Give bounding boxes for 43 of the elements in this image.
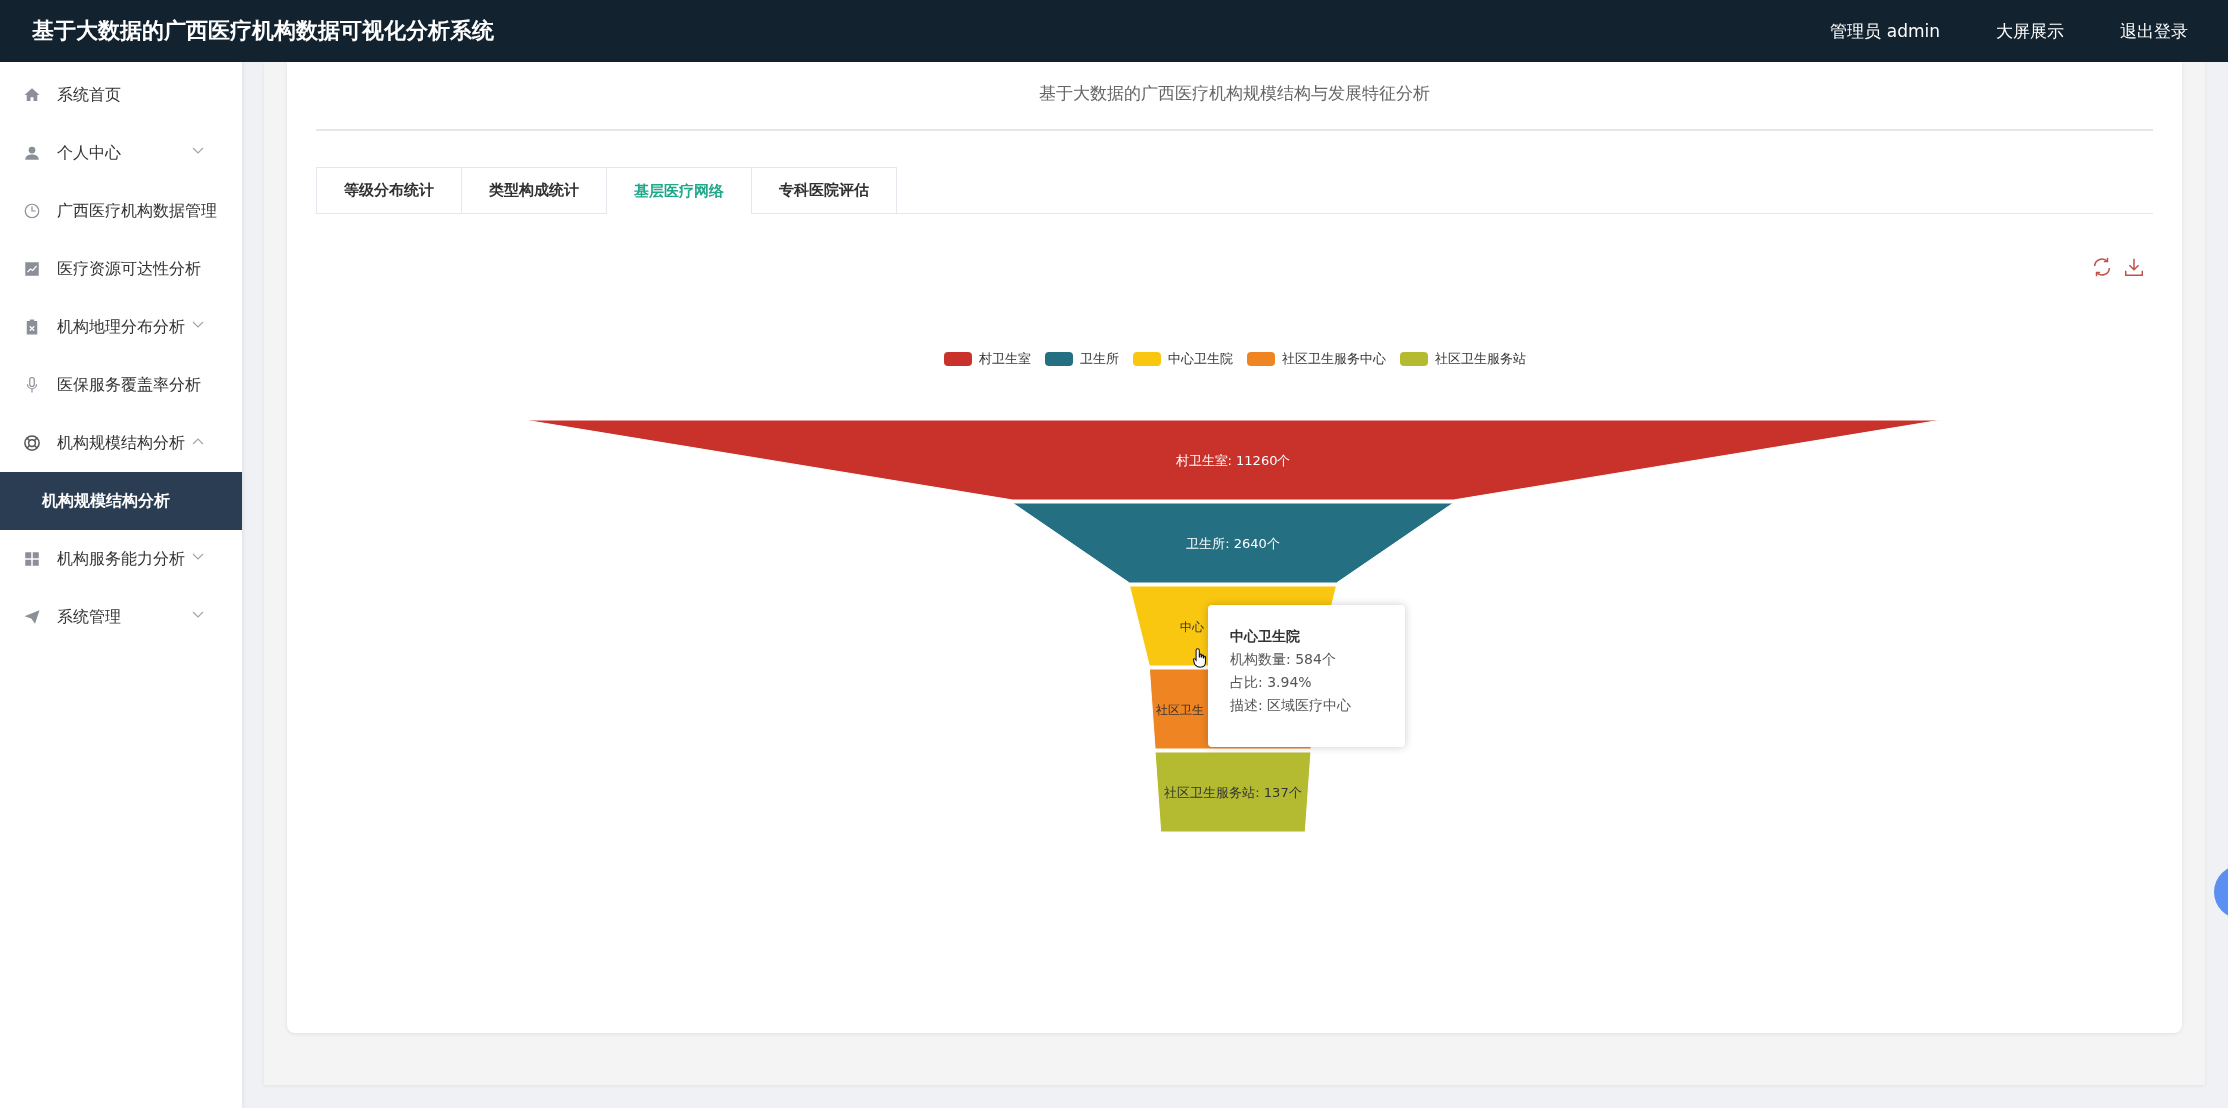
segment-label: 社区卫生服务站: 137个 (1164, 785, 1302, 800)
home-icon (23, 86, 41, 104)
user-icon (23, 144, 41, 162)
legend-label[interactable]: 卫生所 (1079, 350, 1119, 368)
segment-label: 中心 (1180, 620, 1204, 634)
menu-item[interactable]: 机构地理分布分析 (0, 298, 242, 356)
tooltip-line: 机构数量: 584个 (1230, 650, 1337, 669)
lifebuoy-icon (23, 434, 41, 452)
header-link[interactable]: 退出登录 (2120, 19, 2188, 43)
tab[interactable]: 专科医院评估 (751, 167, 897, 213)
menu-item[interactable]: 机构规模结构分析 (0, 414, 242, 472)
app-title: 基于大数据的广西医疗机构数据可视化分析系统 (32, 17, 494, 45)
tab[interactable]: 等级分布统计 (316, 167, 462, 213)
menu-item[interactable]: 系统管理 (0, 588, 242, 646)
submenu-item[interactable]: 机构规模结构分析 (0, 472, 242, 530)
menu-item[interactable]: 系统首页 (0, 66, 242, 124)
menu-item[interactable]: 医疗资源可达性分析 (0, 240, 242, 298)
legend-label[interactable]: 村卫生室 (978, 350, 1031, 368)
menu-item[interactable]: 个人中心 (0, 124, 242, 182)
tooltip-line: 描述: 区域医疗中心 (1230, 696, 1353, 715)
paper-plane-icon (23, 608, 41, 626)
tooltip-line: 占比: 3.94% (1230, 673, 1313, 692)
clock-icon (23, 202, 41, 220)
funnel-segment[interactable] (1154, 751, 1312, 833)
legend-label[interactable]: 中心卫生院 (1167, 350, 1233, 368)
refresh-icon[interactable] (2091, 256, 2113, 278)
tooltip-title: 中心卫生院 (1230, 627, 1301, 646)
legend-label[interactable]: 社区卫生服务站 (1434, 350, 1526, 368)
menu-item[interactable]: 广西医疗机构数据管理 (0, 182, 242, 240)
segment-label: 卫生所: 2640个 (1186, 536, 1280, 551)
download-icon[interactable] (2123, 256, 2145, 278)
legend-label[interactable]: 社区卫生服务中心 (1281, 350, 1386, 368)
chart-icon (23, 260, 41, 278)
header-link[interactable]: 大屏展示 (1996, 19, 2064, 43)
segment-label: 村卫生室: 11260个 (1175, 453, 1291, 468)
user-name[interactable]: 管理员 admin (1830, 19, 1940, 43)
menu-item[interactable]: 医保服务覆盖率分析 (0, 356, 242, 414)
grid-icon (23, 550, 41, 568)
menu-item[interactable]: 机构服务能力分析 (0, 530, 242, 588)
funnel-segment[interactable] (524, 419, 1942, 501)
funnel-segment[interactable] (1012, 502, 1454, 584)
chart-section-title: 基于大数据的广西医疗机构规模结构与发展特征分析 (1038, 82, 1431, 105)
segment-label: 社区卫生 (1156, 703, 1204, 717)
